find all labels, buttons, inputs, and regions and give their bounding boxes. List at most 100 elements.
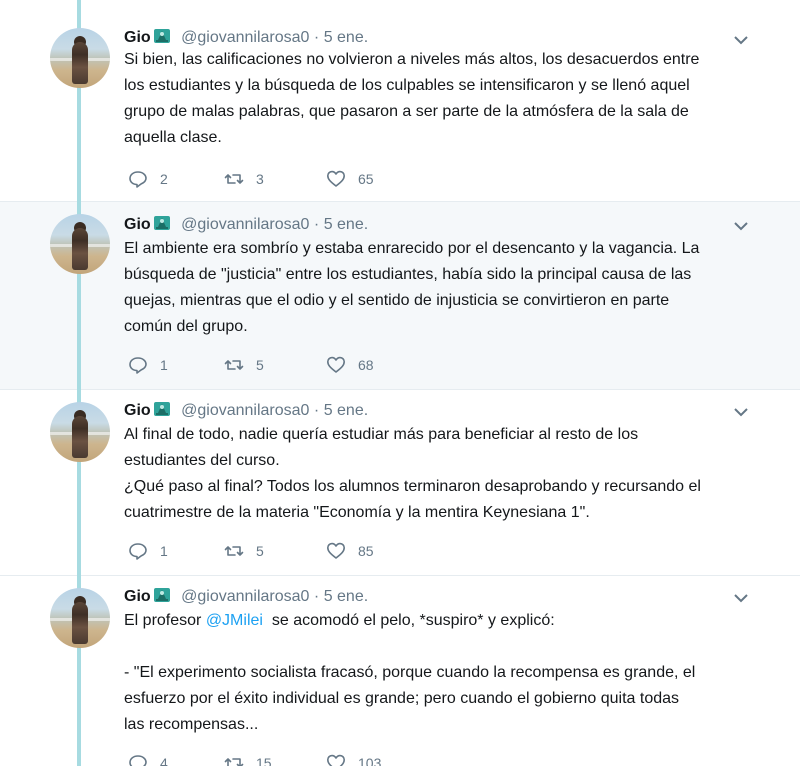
- separator-dot: ·: [313, 588, 320, 605]
- statue-of-liberty-emoji: [153, 588, 170, 602]
- tweet-date[interactable]: 5 ene.: [324, 29, 368, 46]
- avatar[interactable]: [50, 402, 110, 462]
- tweet-text-line: estudiantes del curso.: [124, 452, 280, 469]
- text-fragment: El profesor: [124, 612, 206, 629]
- heart-icon: [327, 356, 345, 373]
- user-handle[interactable]: @giovannilarosa0: [181, 588, 309, 605]
- avatar[interactable]: [50, 214, 110, 274]
- retweet-icon: [224, 174, 244, 184]
- reply-icon: [129, 755, 147, 766]
- reply-button[interactable]: 2: [128, 168, 168, 190]
- tweet-actions: 4 15 103: [128, 752, 428, 766]
- retweet-button[interactable]: 3: [224, 168, 264, 190]
- retweet-count: 5: [256, 543, 264, 559]
- retweet-count: 15: [256, 755, 272, 766]
- like-count: 65: [358, 171, 374, 187]
- retweet-button[interactable]: 5: [224, 540, 264, 562]
- tweet-text-line: esfuerzo por el éxito individual es gran…: [124, 690, 680, 707]
- retweet-count: 3: [256, 171, 264, 187]
- chevron-down-icon[interactable]: [733, 590, 749, 606]
- tweet-text: Si bien, las calificaciones no volvieron…: [124, 47, 764, 151]
- statue-of-liberty-emoji: [153, 402, 170, 416]
- like-button[interactable]: 65: [326, 168, 374, 190]
- tweet[interactable]: Gio @giovannilarosa0 · 5 ene. El ambient…: [0, 202, 800, 390]
- tweet-header: Gio @giovannilarosa0 · 5 ene.: [124, 214, 368, 235]
- tweet-text-line: cuatrimestre de la materia "Economía y l…: [124, 504, 590, 521]
- heart-icon: [327, 542, 345, 559]
- tweet-date[interactable]: 5 ene.: [324, 216, 368, 233]
- tweet-text-line: búsqueda de "justicia" entre los estudia…: [124, 266, 692, 283]
- tweet-text-line: Al final de todo, nadie quería estudiar …: [124, 426, 639, 443]
- like-button[interactable]: 68: [326, 354, 374, 376]
- tweet-text-line: El profesor @JMilei se acomodó el pelo, …: [124, 608, 764, 634]
- mention-link[interactable]: @JMilei: [206, 612, 263, 629]
- retweet-icon: [224, 758, 244, 766]
- retweet-icon: [224, 360, 244, 370]
- tweet-date[interactable]: 5 ene.: [324, 402, 368, 419]
- tweet-text-line: aquella clase.: [124, 129, 222, 146]
- chevron-down-icon[interactable]: [733, 404, 749, 420]
- tweet-text-line: las recompensas...: [124, 716, 259, 733]
- tweet-text: Al final de todo, nadie quería estudiar …: [124, 422, 764, 526]
- like-count: 103: [358, 755, 382, 766]
- tweet-text: El ambiente era sombrío y estaba enrarec…: [124, 236, 764, 340]
- avatar[interactable]: [50, 588, 110, 648]
- tweet-actions: 2 3 65: [128, 168, 428, 190]
- user-handle[interactable]: @giovannilarosa0: [181, 402, 309, 419]
- heart-icon: [327, 170, 345, 187]
- tweet[interactable]: Gio @giovannilarosa0 · 5 ene. Si bien, l…: [0, 0, 800, 202]
- reply-button[interactable]: 1: [128, 540, 168, 562]
- retweet-button[interactable]: 5: [224, 354, 264, 376]
- display-name[interactable]: Gio: [124, 402, 151, 419]
- text-fragment: se acomodó el pelo, *suspiro* y explicó:: [262, 612, 555, 629]
- reply-button[interactable]: 1: [128, 354, 168, 376]
- statue-of-liberty-emoji: [153, 216, 170, 230]
- chevron-down-icon[interactable]: [733, 218, 749, 234]
- tweet-header: Gio @giovannilarosa0 · 5 ene.: [124, 586, 368, 607]
- reply-icon: [129, 357, 147, 374]
- like-count: 85: [358, 543, 374, 559]
- like-button[interactable]: 85: [326, 540, 374, 562]
- tweet-header: Gio @giovannilarosa0 · 5 ene.: [124, 27, 368, 48]
- tweet-text-line: - "El experimento socialista fracasó, po…: [124, 664, 696, 681]
- separator-dot: ·: [313, 216, 320, 233]
- tweet-text-line: El ambiente era sombrío y estaba enrarec…: [124, 240, 700, 257]
- tweet[interactable]: Gio @giovannilarosa0 · 5 ene. El profeso…: [0, 576, 800, 766]
- heart-icon: [327, 754, 345, 766]
- chevron-down-icon[interactable]: [733, 32, 749, 48]
- reply-icon: [129, 543, 147, 560]
- user-handle[interactable]: @giovannilarosa0: [181, 216, 309, 233]
- like-count: 68: [358, 357, 374, 373]
- thread-connector-line: [77, 0, 81, 766]
- retweet-icon: [224, 546, 244, 556]
- reply-count: 4: [160, 755, 168, 766]
- separator-dot: ·: [313, 29, 320, 46]
- retweet-count: 5: [256, 357, 264, 373]
- tweet-date[interactable]: 5 ene.: [324, 588, 368, 605]
- statue-of-liberty-emoji: [153, 29, 170, 43]
- retweet-button[interactable]: 15: [224, 752, 272, 766]
- tweet-header: Gio @giovannilarosa0 · 5 ene.: [124, 400, 368, 421]
- reply-count: 1: [160, 357, 168, 373]
- reply-count: 1: [160, 543, 168, 559]
- like-button[interactable]: 103: [326, 752, 381, 766]
- reply-count: 2: [160, 171, 168, 187]
- tweet-text-line: grupo de malas palabras, que pasaron a s…: [124, 103, 689, 120]
- tweet-text-line: los estudiantes y la búsqueda de los cul…: [124, 77, 690, 94]
- display-name[interactable]: Gio: [124, 29, 151, 46]
- reply-button[interactable]: 4: [128, 752, 168, 766]
- reply-icon: [129, 171, 147, 188]
- tweet-actions: 1 5 68: [128, 354, 428, 376]
- tweet-text-line: común del grupo.: [124, 318, 248, 335]
- tweet-text-line: Si bien, las calificaciones no volvieron…: [124, 51, 700, 68]
- tweet-text-line: ¿Qué paso al final? Todos los alumnos te…: [124, 478, 701, 495]
- display-name[interactable]: Gio: [124, 216, 151, 233]
- tweet-actions: 1 5 85: [128, 540, 428, 562]
- tweet-text: El profesor @JMilei se acomodó el pelo, …: [124, 608, 764, 738]
- tweet[interactable]: Gio @giovannilarosa0 · 5 ene. Al final d…: [0, 390, 800, 576]
- tweet-text-line: quejas, mientras que el odio y el sentid…: [124, 292, 670, 309]
- user-handle[interactable]: @giovannilarosa0: [181, 29, 309, 46]
- separator-dot: ·: [313, 402, 320, 419]
- display-name[interactable]: Gio: [124, 588, 151, 605]
- avatar[interactable]: [50, 28, 110, 88]
